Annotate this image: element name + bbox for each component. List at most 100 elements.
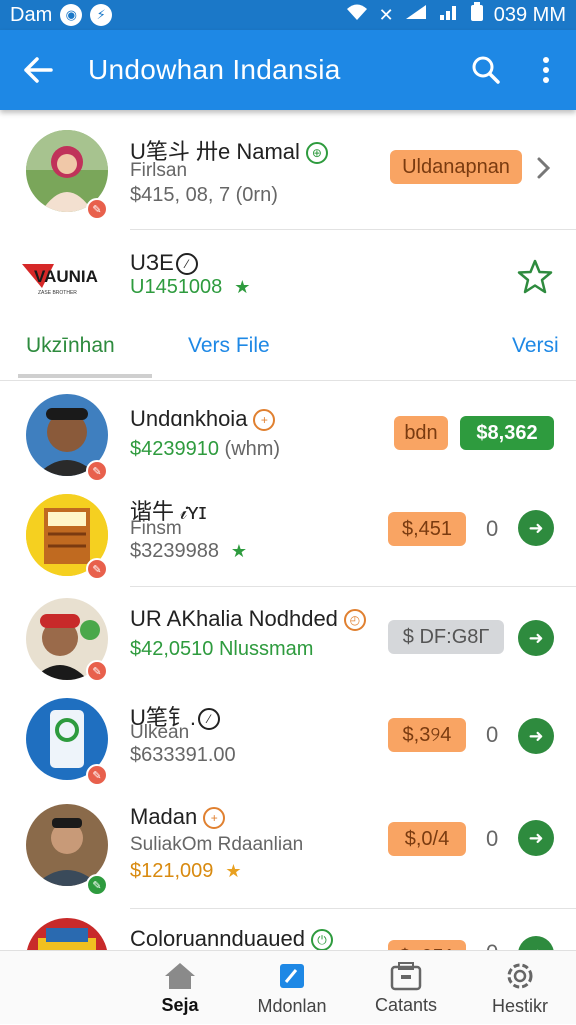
item-subtitle: Finsm xyxy=(130,518,182,539)
star-badge-icon: ★ xyxy=(230,541,248,562)
wallet-icon xyxy=(390,961,422,990)
featured-subtitle: Firlsan xyxy=(130,160,188,181)
item-price: $42,0510 Nlussmam xyxy=(130,638,314,660)
brand-logo-text: VAUNIA xyxy=(34,267,98,286)
brand-code: U1451008 ★ xyxy=(130,276,254,299)
star-badge-icon: ★ xyxy=(234,277,251,298)
edit-document-icon xyxy=(280,963,304,988)
chevron-right-icon[interactable] xyxy=(536,156,552,185)
list-item[interactable]: Coloruannduaued⏻ $, 051 0 ➜ xyxy=(0,912,576,950)
list-item[interactable]: ✎ Undɑnkhoia + $4239910 (whm) bdn $8,362 xyxy=(0,384,576,488)
item-subtitle: SuliakOm Rdaanlian xyxy=(130,834,304,855)
item-tag-chip[interactable]: bdn xyxy=(394,416,448,450)
divider xyxy=(130,908,576,909)
list-item[interactable]: ✎ UR AKhalia Nodhded ◴ $42,0510 Nlussmam … xyxy=(0,590,576,690)
more-vert-icon xyxy=(543,57,549,83)
edit-badge-icon: ✎ xyxy=(86,460,108,482)
item-name: UR AKhalia Nodhded ◴ xyxy=(130,606,366,632)
notification-icon: ◉ xyxy=(60,4,83,26)
nav-label: Catants xyxy=(374,994,438,1015)
tab-bar: Ukzīnhan Vers File Versi xyxy=(0,318,576,382)
page-title: Undowhan Indansia xyxy=(88,54,341,85)
tab-versi[interactable]: Versi xyxy=(512,334,559,358)
slash-icon: ⁄ xyxy=(198,708,221,731)
verified-icon: ⊕ xyxy=(305,142,328,165)
wifi-icon xyxy=(345,3,369,27)
nav-label: Seja xyxy=(161,994,199,1015)
item-price-chip[interactable]: $,3୨4 xyxy=(388,718,466,752)
brand-logo: VAUNIA ZASE BROTHER xyxy=(20,258,110,298)
brand-logo-subtext: ZASE BROTHER xyxy=(38,290,77,296)
featured-action-button[interactable]: Uldanapnan xyxy=(390,150,522,184)
app-notification-icon: ⚡ xyxy=(90,4,113,26)
item-price: $633391.00 xyxy=(130,744,236,766)
settings-icon xyxy=(507,963,533,988)
item-name: Madan + xyxy=(130,804,226,830)
tab-vers-file[interactable]: Vers File xyxy=(188,334,270,358)
status-bar: Dam ◉ ⚡ ✕ 039 MM xyxy=(0,0,576,30)
nav-item-hestikr[interactable]: Hestikr xyxy=(448,951,576,1025)
tab-indicator xyxy=(18,374,152,378)
signal-icon xyxy=(404,3,428,27)
list-item[interactable]: ✎ Madan + SuliakOm Rdaanlian $121,009 ★ $,… xyxy=(0,794,576,904)
item-price-chip[interactable]: $, 051 xyxy=(388,940,466,950)
brand-name: UЗE ⁄ xyxy=(130,250,198,276)
item-price: $3239988 ★ xyxy=(130,540,251,563)
carrier-label: Dam xyxy=(10,3,53,26)
go-button[interactable]: ➜ xyxy=(518,718,554,754)
avatar xyxy=(26,918,108,950)
item-price: $121,009 ★ xyxy=(130,860,245,883)
brand-row[interactable]: VAUNIA ZASE BROTHER UЗE ⁄ U1451008 ★ xyxy=(0,232,576,318)
edit-badge-icon: ✎ xyxy=(86,198,108,220)
item-price-button[interactable]: $8,362 xyxy=(460,416,554,450)
favorite-star-icon[interactable] xyxy=(516,258,554,301)
cell-signal-icon xyxy=(438,3,460,27)
clock-icon: ◴ xyxy=(343,609,366,632)
item-name: Undɑnkhoia + xyxy=(130,406,276,432)
item-count: 0 xyxy=(486,826,499,851)
nav-label: Mdonlan xyxy=(257,995,327,1016)
arrow-back-icon xyxy=(24,57,53,83)
slash-icon: ⁄ xyxy=(175,253,198,276)
edit-badge-icon: ✎ xyxy=(86,874,108,896)
bluetooth-icon: ✕ xyxy=(378,4,394,25)
featured-price: $415, 08, 7 (0rn) xyxy=(130,184,278,206)
app-bar: Undowhan Indansia xyxy=(0,30,576,110)
nav-label: Hestikr xyxy=(491,995,548,1016)
item-price-chip[interactable]: $,451 xyxy=(388,512,466,546)
list-item[interactable]: ✎ 谐牛 𝒾ʏɪ Finsm $3239988 ★ $,451 0 ➜ xyxy=(0,488,576,586)
tab-ukzinhan[interactable]: Ukzīnhan xyxy=(26,334,115,358)
item-count: 0 xyxy=(486,516,499,541)
item-price-chip[interactable]: $,0/4 xyxy=(388,822,466,856)
edit-badge-icon: ✎ xyxy=(86,558,108,580)
power-icon: ⏻ xyxy=(310,929,333,950)
home-icon xyxy=(165,962,195,989)
star-badge-icon: ★ xyxy=(225,861,242,882)
item-price: $4239910 (whm) xyxy=(130,438,281,460)
item-count: 0 xyxy=(486,940,498,950)
go-button[interactable]: ➜ xyxy=(518,510,554,546)
clock: 039 MM xyxy=(493,3,566,26)
battery-icon xyxy=(470,2,484,28)
featured-row[interactable]: ✎ U笔斗 卅e Namal ⊕ Firlsan $415, 08, 7 (0rn… xyxy=(0,118,576,230)
item-name: Coloruannduaued ⏻ xyxy=(130,926,333,950)
item-count: 0 xyxy=(486,722,499,747)
more-options-button[interactable] xyxy=(516,56,576,84)
search-button[interactable] xyxy=(456,55,516,85)
go-button[interactable]: ➜ xyxy=(518,620,554,656)
edit-badge-icon: ✎ xyxy=(86,764,108,786)
divider xyxy=(130,586,576,587)
list-item[interactable]: ✎ U笔钅. ⁄ Ulkean $633391.00 $,3୨4 0 ➜ xyxy=(0,690,576,794)
plus-circle-icon: + xyxy=(253,409,276,432)
divider xyxy=(0,380,576,381)
bottom-navigation: Seja Mdonlan Catants Hestikr xyxy=(0,950,576,1024)
divider xyxy=(130,229,576,230)
search-icon xyxy=(472,56,500,84)
edit-badge-icon: ✎ xyxy=(86,660,108,682)
go-button[interactable]: ➜ xyxy=(518,820,554,856)
plus-circle-icon: + xyxy=(203,807,226,830)
back-button[interactable] xyxy=(0,57,76,83)
item-subtitle: Ulkean xyxy=(130,722,190,743)
go-button[interactable]: ➜ xyxy=(518,936,554,950)
item-price-chip[interactable]: $ DF:G8Г xyxy=(388,620,504,654)
